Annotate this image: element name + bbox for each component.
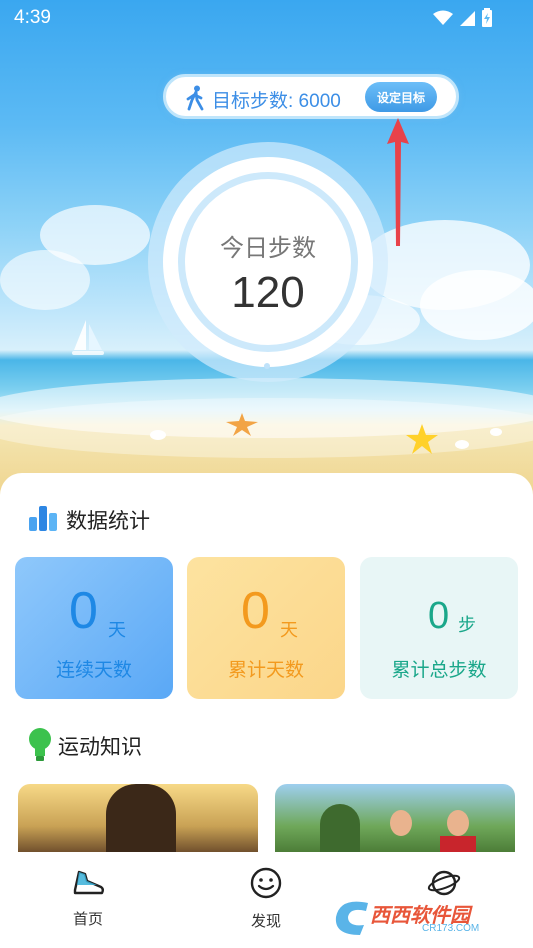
article-card-jogging[interactable] xyxy=(275,784,515,854)
watermark-subtext: CR173.COM xyxy=(422,923,480,934)
stat-unit: 天 xyxy=(280,620,298,641)
shoe-icon xyxy=(73,870,104,895)
cellular-signal-icon xyxy=(460,11,475,26)
shore-wave-2 xyxy=(0,398,533,458)
article-card-running[interactable] xyxy=(18,784,258,854)
nav-home[interactable]: 首页 xyxy=(48,866,128,929)
nav-label: 首页 xyxy=(72,910,103,928)
nav-label: 发现 xyxy=(250,912,281,930)
runner-face xyxy=(447,810,469,836)
total-steps-card[interactable]: 0 步 累计总步数 xyxy=(360,557,518,699)
battery-icon xyxy=(482,8,492,27)
stat-value: 0 xyxy=(69,582,98,640)
sailboat-icon xyxy=(72,320,104,355)
wifi-icon xyxy=(433,10,453,25)
goal-steps-label: 目标步数: 6000 xyxy=(212,91,341,112)
red-arrow-annotation xyxy=(387,118,409,246)
star-icon xyxy=(406,424,438,454)
total-days-card[interactable]: 0 天 累计天数 xyxy=(187,557,345,699)
stat-label: 累计总步数 xyxy=(391,659,487,681)
stat-label: 累计天数 xyxy=(227,659,304,681)
consecutive-days-card[interactable]: 0 天 连续天数 xyxy=(15,557,173,699)
walking-person-icon xyxy=(186,85,204,111)
today-steps-label: 今日步数 xyxy=(220,234,316,262)
shell-icon xyxy=(490,428,502,436)
status-bar: 4:39 xyxy=(0,0,533,36)
stat-value: 0 xyxy=(241,582,270,640)
shell-icon xyxy=(455,440,469,449)
knowledge-section-title: 运动知识 xyxy=(58,735,142,759)
status-time: 4:39 xyxy=(14,7,51,28)
runner-face xyxy=(390,810,412,836)
cloud-left-2 xyxy=(0,250,90,310)
today-steps-value: 120 xyxy=(231,268,305,317)
stat-unit: 步 xyxy=(458,615,476,636)
nav-discover[interactable]: 发现 xyxy=(226,866,306,931)
shell-icon xyxy=(150,430,166,440)
goal-steps-pill: 目标步数: 6000 设定目标 xyxy=(163,74,459,119)
set-goal-button[interactable]: 设定目标 xyxy=(365,82,437,112)
stats-section-title: 数据统计 xyxy=(66,509,150,533)
article-image xyxy=(106,784,176,854)
smile-icon xyxy=(250,867,282,899)
starfish-icon xyxy=(226,413,258,436)
site-watermark: 西西软件园 CR173.COM xyxy=(330,895,520,939)
stat-value: 0 xyxy=(428,595,450,637)
status-icons xyxy=(433,8,493,28)
stat-unit: 天 xyxy=(108,620,126,641)
bar-chart-icon xyxy=(29,506,57,531)
lightbulb-icon xyxy=(29,728,51,761)
progress-dot xyxy=(264,363,270,369)
article-image xyxy=(320,804,360,854)
stat-label: 连续天数 xyxy=(55,659,132,681)
cloud-right-2 xyxy=(420,270,533,340)
